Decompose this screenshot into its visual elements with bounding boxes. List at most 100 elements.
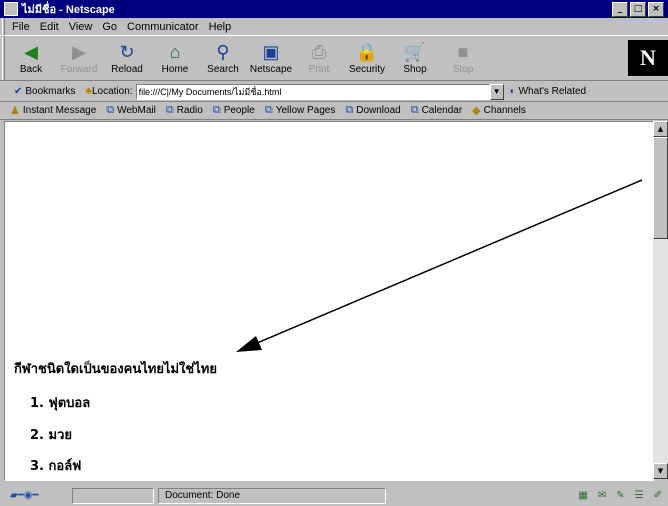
close-button[interactable]: ×: [648, 1, 664, 17]
calendar-link[interactable]: ⧉ Calendar: [411, 104, 462, 117]
instant-message-icon: ♟: [10, 105, 20, 117]
menu-grip: [2, 18, 5, 35]
bookmark-icon: ⧉: [410, 104, 419, 116]
radio-label: Radio: [176, 105, 203, 116]
personal-toolbar: ♟ Instant Message ⧉ WebMail ⧉ Radio ⧉ People…: [0, 102, 668, 120]
instant-message-link[interactable]: ♟ Instant Message: [10, 104, 96, 117]
status-bar: ▰━◉━ Document: Done ▦ ✉ ✎ ☰ ✐: [0, 485, 668, 506]
forward-arrow-icon: ▶: [72, 41, 86, 62]
reload-button[interactable]: ↻ Reload: [103, 37, 151, 79]
status-text: Document: Done: [158, 487, 386, 504]
netscape-icon: ▣: [262, 41, 280, 62]
instant-message-label: Instant Message: [22, 105, 97, 116]
home-button[interactable]: ⌂ Home: [151, 37, 199, 79]
print-label: Print: [308, 63, 330, 75]
bookmarks-icon: ✔: [14, 86, 23, 97]
bookmark-icon: ⧉: [264, 104, 273, 116]
menu-file[interactable]: File: [7, 21, 35, 33]
channels-icon: ◆: [472, 105, 481, 117]
back-label: Back: [19, 63, 43, 75]
webmail-link[interactable]: ⧉ WebMail: [106, 104, 156, 117]
menu-communicator[interactable]: Communicator: [122, 21, 204, 33]
back-button[interactable]: ◀ Back: [7, 37, 55, 79]
channels-label: Channels: [483, 105, 526, 116]
security-button[interactable]: 🔒 Security: [343, 37, 391, 79]
location-toolbar: ✔ Bookmarks ♣ Location: file:///C|/My Docu…: [0, 82, 668, 102]
download-label: Download: [356, 105, 401, 116]
netscape-label: Netscape: [249, 63, 293, 75]
calendar-label: Calendar: [421, 105, 463, 116]
download-link[interactable]: ⧉ Download: [345, 104, 400, 117]
menu-view[interactable]: View: [64, 21, 98, 33]
maximize-button[interactable]: □: [630, 1, 646, 17]
window-title: ไม่มีชื่อ - Netscape: [22, 4, 115, 16]
answer-option-3: 3. กอล์ฟ: [30, 459, 82, 474]
title-bar: ไม่มีชื่อ - Netscape _ □ ×: [0, 0, 668, 18]
security-label: Security: [348, 63, 386, 75]
scroll-up-button[interactable]: ▲: [653, 121, 668, 137]
people-link[interactable]: ⧉ People: [213, 104, 255, 117]
yellow-pages-label: Yellow Pages: [275, 105, 336, 116]
search-icon: ⚲: [216, 41, 230, 62]
quiz-question: กีฬาชนิดใดเป็นของคนไทยไม่ใช่ไทย: [14, 362, 217, 377]
shop-icon: 🛒: [403, 41, 427, 62]
bookmark-icon: ⧉: [165, 104, 174, 116]
connection-icon: ▰━◉━: [10, 490, 39, 501]
answer-option-1: 1. ฟุตบอล: [30, 396, 91, 411]
people-label: People: [223, 105, 255, 116]
stop-icon: ■: [457, 41, 469, 62]
component-bar: ▦ ✉ ✎ ☰ ✐: [578, 490, 662, 501]
reload-label: Reload: [111, 63, 143, 75]
home-icon: ⌂: [169, 41, 181, 62]
shop-button[interactable]: 🛒 Shop: [391, 37, 439, 79]
security-icon: 🔒: [355, 41, 379, 62]
stop-button[interactable]: ■ Stop: [439, 37, 487, 79]
menu-help[interactable]: Help: [204, 21, 237, 33]
bookmark-icon: ⧉: [106, 104, 115, 116]
whats-related-button[interactable]: ◐ What's Related: [510, 86, 587, 97]
print-icon: ⎙: [311, 41, 327, 62]
webmail-label: WebMail: [117, 105, 156, 116]
shop-label: Shop: [403, 63, 427, 75]
mail-icon[interactable]: ✉: [598, 490, 606, 501]
print-button[interactable]: ⎙ Print: [295, 37, 343, 79]
location-label: Location:: [91, 86, 133, 97]
netscape-app-icon: [4, 2, 18, 16]
location-dropdown-button[interactable]: ▼: [489, 83, 504, 100]
navigator-icon[interactable]: ▦: [578, 490, 587, 501]
progress-area: [72, 487, 154, 504]
back-arrow-icon: ◀: [24, 41, 38, 62]
composer-icon[interactable]: ✎: [616, 490, 624, 501]
toolbar-grip[interactable]: [2, 36, 5, 80]
stop-label: Stop: [452, 63, 474, 75]
forward-button[interactable]: ▶ Forward: [55, 37, 103, 79]
reload-icon: ↻: [119, 41, 135, 62]
netscape-logo[interactable]: N: [628, 40, 668, 76]
search-button[interactable]: ⚲ Search: [199, 37, 247, 79]
navigation-toolbar: ◀ Back ▶ Forward ↻ Reload ⌂ Home ⚲ Search ▣ Ne…: [0, 35, 668, 81]
netscape-button[interactable]: ▣ Netscape: [247, 37, 295, 79]
minimize-button[interactable]: _: [612, 1, 628, 17]
discussion-icon[interactable]: ☰: [635, 490, 644, 501]
yellow-pages-link[interactable]: ⧉ Yellow Pages: [265, 104, 336, 117]
composer-pen-icon[interactable]: ✐: [654, 490, 662, 501]
forward-label: Forward: [60, 63, 98, 75]
page-content[interactable]: [4, 121, 654, 481]
location-input[interactable]: file:///C|/My Documents/ไม่มีชื่อ.html: [135, 83, 490, 100]
whats-related-label: What's Related: [518, 86, 587, 97]
menu-bar: File Edit View Go Communicator Help: [0, 18, 668, 35]
search-label: Search: [207, 63, 239, 75]
home-label: Home: [161, 63, 189, 75]
scroll-thumb[interactable]: [653, 137, 668, 239]
radio-link[interactable]: ⧉ Radio: [166, 104, 203, 117]
bookmark-icon: ⧉: [212, 104, 221, 116]
channels-link[interactable]: ◆ Channels: [472, 104, 526, 117]
menu-edit[interactable]: Edit: [35, 21, 64, 33]
bookmarks-label: Bookmarks: [25, 86, 76, 97]
bookmarks-button[interactable]: ✔ Bookmarks: [14, 86, 75, 97]
menu-go[interactable]: Go: [97, 21, 122, 33]
answer-option-2: 2. มวย: [30, 428, 72, 443]
vertical-scrollbar[interactable]: ▲ ▼: [653, 121, 668, 479]
bookmark-icon: ⧉: [345, 104, 354, 116]
scroll-down-button[interactable]: ▼: [653, 463, 668, 479]
